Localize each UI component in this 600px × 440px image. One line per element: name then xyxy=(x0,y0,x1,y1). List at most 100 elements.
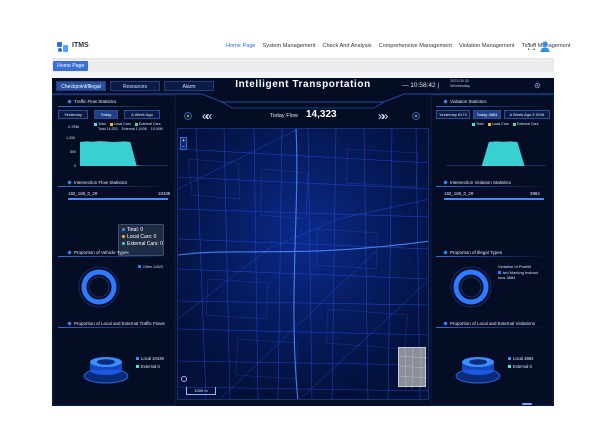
y-tick-mid: 500 xyxy=(70,150,76,154)
y-tick-zero: 0 xyxy=(74,164,76,168)
intersection-violation-title: Intersection Violation Statistics xyxy=(444,180,511,185)
today-flow-banner: «« Today Flow 14,323 »» xyxy=(180,108,424,124)
tab-resources[interactable]: Resources xyxy=(110,81,160,91)
today-flow-label: Today Flow xyxy=(270,113,298,119)
traffic-flow-yesterday-button[interactable]: Yesterday xyxy=(58,110,88,119)
itms-logo-icon xyxy=(57,42,68,52)
weekday-text: Wednesday xyxy=(450,84,470,88)
intersection-bar-fill xyxy=(68,198,168,200)
itms-app: ITMS Home Page System Management Check A… xyxy=(52,36,570,406)
legend-external-cars: External Cars xyxy=(134,122,161,126)
violation-area-chart xyxy=(446,141,546,166)
overview-roads xyxy=(398,347,428,389)
intersection-row-value: 10439 xyxy=(158,191,171,196)
legend-total-value: Total 14,323 xyxy=(98,127,118,131)
illegal-types-donut xyxy=(450,266,492,308)
traffic-flow-legend: Total Local Cars External Cars xyxy=(94,122,161,126)
nav-home-page[interactable]: Home Page xyxy=(226,43,256,49)
flow-right-dot-icon xyxy=(412,112,420,120)
violation-legend: Total Local Cars External Cars xyxy=(472,122,539,126)
map-zoom-control[interactable]: + − xyxy=(180,137,187,150)
violation-week-ago-button[interactable]: A Week Ago 5 9194 xyxy=(504,110,550,119)
app-name: ITMS xyxy=(72,42,89,49)
panel-divider xyxy=(436,327,548,328)
intersection-violation-row-label: 192_168_0_29 xyxy=(444,191,474,196)
traffic-flow-area-chart xyxy=(80,141,168,166)
nav-check-and-analysis[interactable]: Check And Analysis xyxy=(322,43,371,49)
traffic-flow-legend-values: Total 14,323 External 1,0436 10.00M xyxy=(98,127,163,131)
intersection-row-label: 192_168_0_29 xyxy=(68,191,98,196)
legend-scale-value: 10.00M xyxy=(150,127,163,131)
local-external-flows-pedestal xyxy=(83,357,129,384)
local-violation-legend: Local 3884 xyxy=(508,356,534,361)
traffic-flow-today-button[interactable]: Today xyxy=(94,110,118,119)
zoom-out-button[interactable]: − xyxy=(181,144,186,150)
traffic-flow-area xyxy=(80,141,168,166)
tab-checkpoint-illegal[interactable]: Checkpoint/Illegal xyxy=(56,81,106,91)
legend-total: Total xyxy=(472,122,484,126)
dashboard-header: Checkpoint/Illegal Resources Alarm Intel… xyxy=(52,78,554,94)
traffic-flow-week-ago-button[interactable]: A Week Ago xyxy=(124,110,160,119)
panel-divider xyxy=(58,327,170,328)
illegal-legend-line-3: ions 3884 xyxy=(498,275,516,280)
panel-divider xyxy=(58,106,170,107)
vehicle-types-donut xyxy=(78,266,120,308)
local-flow-legend: Local 10439 xyxy=(136,356,164,361)
intersection-violation-bar-fill xyxy=(444,198,544,200)
today-flow-value: 14,323 xyxy=(306,109,337,120)
intersection-violation-row-value: 3884 xyxy=(530,191,540,196)
tooltip-local-cars: Local Cars: 0 xyxy=(122,234,160,241)
external-flow-legend: External 0 xyxy=(136,364,160,369)
chevrons-right-icon: »» xyxy=(378,109,389,123)
legend-total: Total xyxy=(94,122,106,126)
clock-time: — 10:58:42 | xyxy=(402,82,440,89)
intersection-bar-track xyxy=(68,198,168,200)
gear-icon[interactable] xyxy=(534,82,541,89)
nav-comprehensive-management[interactable]: Comprehensive Management xyxy=(379,43,452,49)
dashboard-title: Intelligent Transportation xyxy=(235,79,371,90)
locate-icon[interactable] xyxy=(181,376,187,382)
legend-external-cars: External Cars xyxy=(512,122,539,126)
page-tabs-bar: Home Page xyxy=(52,58,554,72)
map-scale: 1000 m xyxy=(186,387,216,395)
user-avatar-icon[interactable] xyxy=(540,41,550,52)
tab-home-page[interactable]: Home Page xyxy=(53,61,89,71)
panel-divider xyxy=(436,256,548,257)
nav-system-management[interactable]: System Management xyxy=(263,43,316,49)
panel-divider xyxy=(436,186,548,187)
legend-local-cars: Local Cars xyxy=(109,122,131,126)
intersection-violation-bar-track xyxy=(444,198,544,200)
nav-violation-management[interactable]: Violation Management xyxy=(459,43,515,49)
tooltip-external-cars: External Cars: 0 xyxy=(122,241,163,248)
vehicle-types-legend: Other 14323 xyxy=(138,265,163,269)
road-network xyxy=(178,129,428,399)
intersection-flow-title: Intersection Flow Statistics xyxy=(68,180,127,185)
city-road-map[interactable]: + − 1000 m xyxy=(177,128,429,400)
tab-alarm[interactable]: Alarm xyxy=(164,81,214,91)
tooltip-total: Total: 0 xyxy=(122,227,160,234)
fullscreen-icon[interactable] xyxy=(528,43,535,50)
traffic-flow-top-value: 2.29M xyxy=(68,124,80,129)
chevrons-left-icon: «« xyxy=(202,109,213,123)
flow-left-dot-icon xyxy=(184,112,192,120)
main-nav: Home Page System Management Check And An… xyxy=(226,43,570,49)
illegal-types-title: Proportion of Illegal Types xyxy=(444,250,502,255)
panel-divider xyxy=(58,256,170,257)
illegal-types-legend: Violation of Prohibi ted Marking Instruc… xyxy=(498,264,538,281)
violation-stats-title: Violation Statistics xyxy=(444,99,486,104)
map-overview-thumbnail[interactable] xyxy=(398,347,428,389)
traffic-dashboard: Checkpoint/Illegal Resources Alarm Intel… xyxy=(52,78,554,406)
traffic-flow-title: Traffic Flow Statistics xyxy=(68,99,116,104)
violation-yesterday-button[interactable]: Yesterday 8174 xyxy=(436,110,470,119)
horizontal-scrollbar[interactable] xyxy=(522,403,532,405)
legend-external-value: External 1,0436 xyxy=(121,127,147,131)
panel-divider xyxy=(58,186,170,187)
legend-local-cars: Local Cars xyxy=(487,122,509,126)
local-external-violations-pedestal xyxy=(455,357,501,384)
y-tick-top: 1,000 xyxy=(66,136,75,140)
external-violation-legend: External 0 xyxy=(508,364,532,369)
violation-today-button[interactable]: Today 3884 xyxy=(473,110,501,119)
violation-area xyxy=(446,141,546,166)
vehicle-types-title: Proportion of Vehicle Types xyxy=(68,250,129,255)
local-external-flows-title: Proportion of Local and External Traffic… xyxy=(68,321,165,326)
